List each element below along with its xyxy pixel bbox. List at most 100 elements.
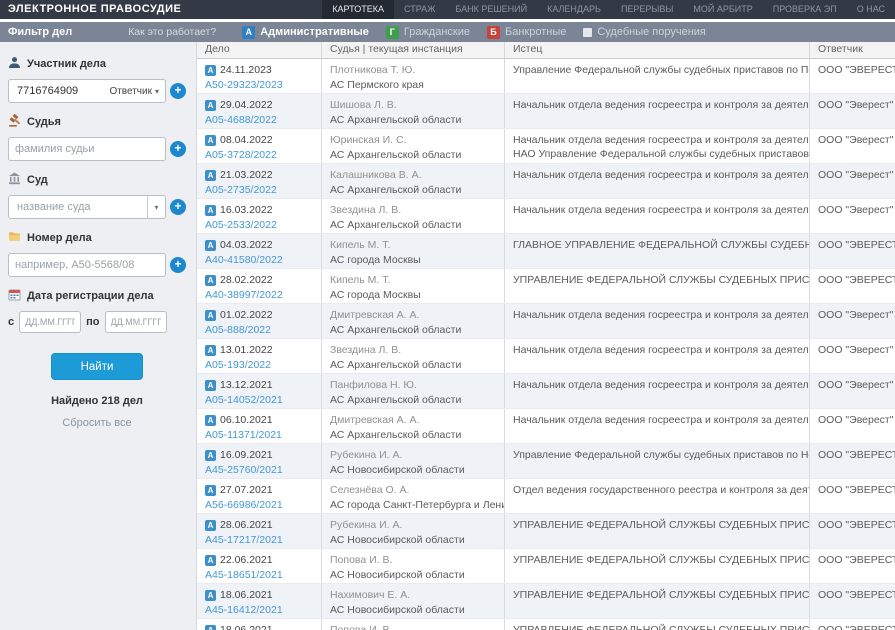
judge-input[interactable] (8, 137, 166, 161)
case-number-link[interactable]: А45-16412/2021 (205, 604, 313, 616)
case-number-link[interactable]: А56-66986/2021 (205, 499, 313, 511)
court-name: АС города Москвы (330, 254, 496, 266)
administrativnye-badge-icon: А (242, 26, 255, 39)
case-type-tab-sudebnye-porucheniya[interactable]: Судебные поручения (583, 26, 706, 38)
case-number-link[interactable]: А45-25760/2021 (205, 464, 313, 476)
defendant-cell: ООО "ЭВЕРЕСТ" (810, 514, 895, 548)
case-type-label: Банкротные (505, 26, 566, 38)
column-header-case: Дело (197, 42, 322, 58)
judge-name: Калашникова В. А. (330, 169, 496, 181)
case-number-link[interactable]: А05-2533/2022 (205, 219, 313, 231)
case-number-link[interactable]: А45-18651/2021 (205, 569, 313, 581)
case-number-link[interactable]: А05-888/2022 (205, 324, 313, 336)
search-button[interactable]: Найти (51, 353, 143, 380)
administrative-case-icon: А (205, 345, 216, 356)
administrative-case-icon: А (205, 170, 216, 181)
plaintiff-cell: Начальник отдела ведения госреестра и ко… (505, 339, 810, 373)
case-number-link[interactable]: А45-17217/2021 (205, 534, 313, 546)
judge-cell: Попова И. В. (322, 619, 505, 630)
judge-label: Судья (27, 116, 61, 128)
case-number-link[interactable]: А05-14052/2021 (205, 394, 313, 406)
case-date: 16.03.2022 (220, 204, 273, 216)
date-from-input[interactable] (19, 311, 81, 333)
table-row: А 28.06.2021 А45-17217/2021 Рубекина И. … (197, 514, 895, 549)
nav-item-kalendar[interactable]: КАЛЕНДАРЬ (537, 0, 611, 19)
participant-input[interactable] (15, 84, 109, 98)
plaintiff-line2: НАО Управление Федеральной службы судебн… (513, 148, 801, 160)
plaintiff-cell: Начальник отдела ведения госреестра и ко… (505, 94, 810, 128)
table-row: А 21.03.2022 А05-2735/2022 Калашникова В… (197, 164, 895, 199)
top-nav: КАРТОТЕКАСТРАЖБАНК РЕШЕНИЙКАЛЕНДАРЬПЕРЕР… (322, 0, 895, 19)
add-judge-button[interactable]: + (170, 141, 186, 157)
nav-item-o-nas[interactable]: О НАС (847, 0, 895, 19)
judge-cell: Шишова Л. В. АС Архангельской области (322, 94, 505, 128)
judge-name: Рубекина И. А. (330, 449, 496, 461)
date-from-label: с (8, 316, 14, 328)
case-date: 22.06.2021 (220, 554, 273, 566)
case-cell: А 13.12.2021 А05-14052/2021 (197, 374, 322, 408)
defendant-cell: ООО "Эверест" (810, 304, 895, 338)
plaintiff-line1: Управление Федеральной службы судебных п… (513, 64, 801, 76)
administrative-case-icon: А (205, 380, 216, 391)
nav-item-bank-resheniy[interactable]: БАНК РЕШЕНИЙ (445, 0, 537, 19)
nav-item-moy-arbitr[interactable]: МОЙ АРБИТР (683, 0, 762, 19)
case-date: 27.07.2021 (220, 484, 273, 496)
case-number-link[interactable]: А40-38997/2022 (205, 289, 313, 301)
how-it-works-link[interactable]: Как это работает? (128, 26, 216, 38)
court-name: АС Архангельской области (330, 359, 496, 371)
case-number-section: Номер дела + (8, 230, 186, 277)
judge-name: Шишова Л. В. (330, 99, 496, 111)
nav-item-proverka-ep[interactable]: ПРОВЕРКА ЭП (763, 0, 847, 19)
court-select[interactable] (8, 195, 166, 219)
plaintiff-cell: Начальник отдела ведения госреестра и ко… (505, 304, 810, 338)
chevron-down-icon[interactable] (147, 196, 165, 218)
add-case-number-button[interactable]: + (170, 257, 186, 273)
case-type-tab-administrativnye[interactable]: А Административные (242, 26, 369, 39)
case-number-link[interactable]: А40-41580/2022 (205, 254, 313, 266)
court-input[interactable] (15, 200, 147, 214)
case-date: 16.09.2021 (220, 449, 273, 461)
court-name: АС Архангельской области (330, 184, 496, 196)
participant-role-dropdown[interactable]: Ответчик (109, 86, 165, 97)
case-date: 08.04.2022 (220, 134, 273, 146)
grazhdanskie-badge-icon: Г (386, 26, 399, 39)
judge-cell: Калашникова В. А. АС Архангельской облас… (322, 164, 505, 198)
case-number-input[interactable] (8, 253, 166, 277)
page: ЭЛЕКТРОННОЕ ПРАВОСУДИЕ КАРТОТЕКАСТРАЖБАН… (0, 0, 895, 630)
administrative-case-icon: А (205, 590, 216, 601)
court-name: АС Пермского края (330, 79, 496, 91)
date-to-label: по (86, 316, 99, 328)
case-type-tab-grazhdanskie[interactable]: ГГражданские (386, 26, 470, 39)
case-date: 28.06.2021 (220, 519, 273, 531)
nav-item-strazh[interactable]: СТРАЖ (394, 0, 445, 19)
nav-item-pereryvy[interactable]: ПЕРЕРЫВЫ (611, 0, 683, 19)
case-number-link[interactable]: А05-4688/2022 (205, 114, 313, 126)
nav-item-kartoteka[interactable]: КАРТОТЕКА (322, 0, 394, 19)
case-number-link[interactable]: А05-2735/2022 (205, 184, 313, 196)
case-number-link[interactable]: А05-3728/2022 (205, 149, 313, 161)
administrative-case-icon: А (205, 520, 216, 531)
plaintiff-line1: Начальник отдела ведения госреестра и ко… (513, 169, 801, 181)
judge-name: Селезнёва О. А. (330, 484, 496, 496)
filter-bar: Фильтр дел Как это работает? ААдминистра… (0, 22, 895, 42)
plaintiff-cell: Управление Федеральной службы судебных п… (505, 444, 810, 478)
case-type-label: Административные (260, 26, 369, 38)
plaintiff-line1: Начальник отдела ведения госреестра и ко… (513, 204, 801, 216)
case-number-link[interactable]: А05-193/2022 (205, 359, 313, 371)
case-number-link[interactable]: А50-29323/2023 (205, 79, 313, 91)
judge-cell: Дмитревская А. А. АС Архангельской облас… (322, 409, 505, 443)
date-to-input[interactable] (105, 311, 167, 333)
defendant-cell: ООО "ЭВЕРЕСТ" (810, 444, 895, 478)
table-row: А 16.03.2022 А05-2533/2022 Звездина Л. В… (197, 199, 895, 234)
case-date: 04.03.2022 (220, 239, 273, 251)
add-court-button[interactable]: + (170, 199, 186, 215)
plaintiff-cell: Начальник отдела ведения госреестра и ко… (505, 129, 810, 163)
case-number-link[interactable]: А05-11371/2021 (205, 429, 313, 441)
plaintiff-line1: Управление Федеральной службы судебных п… (513, 449, 801, 461)
judge-name: Кипель М. Т. (330, 239, 496, 251)
reset-all-link[interactable]: Сбросить все (8, 417, 186, 429)
administrative-case-icon: А (205, 135, 216, 146)
judge-cell: Дмитревская А. А. АС Архангельской облас… (322, 304, 505, 338)
case-type-tab-bankrotnye[interactable]: ББанкротные (487, 26, 566, 39)
add-participant-button[interactable]: + (170, 83, 186, 99)
